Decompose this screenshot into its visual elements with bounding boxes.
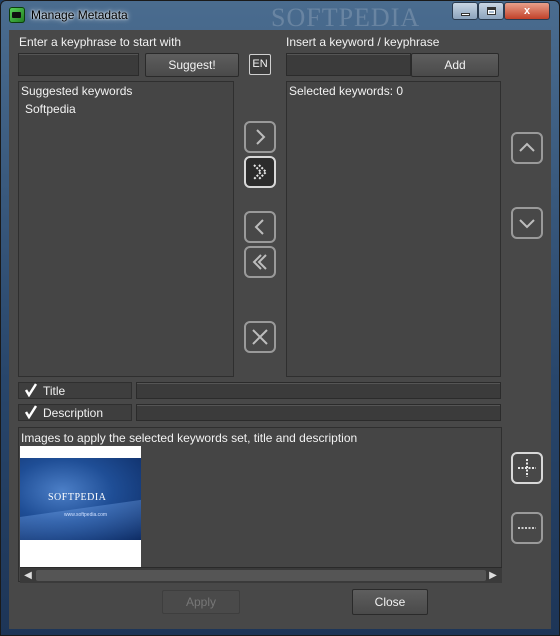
- title-bar[interactable]: Manage Metadata SOFTPEDIA x: [1, 1, 559, 32]
- clear-keywords-button[interactable]: [244, 321, 276, 353]
- title-checkbox[interactable]: [24, 383, 38, 397]
- chevron-down-icon: [519, 219, 535, 229]
- close-icon: x: [523, 5, 531, 17]
- double-chevron-left-icon: [252, 254, 267, 270]
- double-chevron-right-icon: [253, 164, 268, 180]
- manage-metadata-window: Manage Metadata SOFTPEDIA x Enter a keyp…: [0, 0, 560, 636]
- insert-keyword-label: Insert a keyword / keyphrase: [286, 35, 440, 49]
- watermark: SOFTPEDIA: [271, 3, 421, 32]
- image-thumbnail[interactable]: SOFTPEDIA www.softpedia.com: [20, 446, 141, 567]
- scrollbar-thumb[interactable]: [36, 570, 486, 581]
- move-up-button[interactable]: [511, 132, 543, 164]
- add-selected-button[interactable]: [244, 121, 276, 153]
- description-input[interactable]: [136, 404, 501, 421]
- x-icon: [252, 329, 268, 345]
- close-button[interactable]: Close: [352, 589, 428, 615]
- add-images-icon: [518, 459, 536, 477]
- chevron-right-icon: [256, 129, 266, 145]
- move-down-button[interactable]: [511, 207, 543, 239]
- window-title: Manage Metadata: [31, 8, 128, 22]
- images-horizontal-scrollbar[interactable]: ◀ ▶: [20, 567, 502, 583]
- list-item[interactable]: Softpedia: [25, 102, 76, 116]
- chevron-left-icon: [254, 219, 264, 235]
- suggested-keywords-header: Suggested keywords: [21, 84, 133, 98]
- keyphrase-input[interactable]: [18, 53, 139, 76]
- scroll-right-icon[interactable]: ▶: [486, 569, 500, 583]
- thumbnail-url: www.softpedia.com: [64, 512, 108, 518]
- suggest-button[interactable]: Suggest!: [145, 53, 239, 77]
- description-label: Description: [43, 406, 104, 420]
- title-input[interactable]: [136, 382, 501, 399]
- chevron-up-icon: [519, 142, 535, 152]
- selected-keywords-list[interactable]: Selected keywords: 0: [286, 81, 501, 377]
- add-images-button[interactable]: [511, 452, 543, 484]
- add-keyword-button[interactable]: Add: [411, 53, 499, 77]
- app-icon: [9, 7, 25, 23]
- description-checkbox[interactable]: [24, 405, 38, 419]
- close-window-button[interactable]: x: [504, 2, 550, 20]
- language-button[interactable]: EN: [249, 54, 271, 75]
- maximize-button[interactable]: [478, 2, 504, 20]
- scroll-left-icon[interactable]: ◀: [21, 569, 35, 583]
- add-all-button[interactable]: [244, 156, 276, 188]
- description-toggle-row[interactable]: Description: [18, 404, 132, 421]
- suggested-keywords-list[interactable]: Suggested keywords Softpedia: [18, 81, 234, 377]
- remove-all-button[interactable]: [244, 246, 276, 278]
- remove-images-icon: [518, 527, 536, 529]
- title-toggle-row[interactable]: Title: [18, 382, 132, 399]
- apply-button[interactable]: Apply: [162, 590, 240, 614]
- keyword-input[interactable]: [286, 53, 411, 76]
- thumbnail-image: SOFTPEDIA www.softpedia.com: [20, 458, 141, 540]
- dialog-body: Enter a keyphrase to start with Suggest!…: [9, 30, 551, 629]
- thumbnail-brand: SOFTPEDIA: [48, 492, 107, 503]
- images-header: Images to apply the selected keywords se…: [21, 431, 358, 445]
- remove-images-button[interactable]: [511, 512, 543, 544]
- keyphrase-label: Enter a keyphrase to start with: [19, 35, 182, 49]
- remove-selected-button[interactable]: [244, 211, 276, 243]
- selected-keywords-header: Selected keywords: 0: [289, 84, 404, 98]
- title-label: Title: [43, 384, 66, 398]
- minimize-button[interactable]: [452, 2, 478, 20]
